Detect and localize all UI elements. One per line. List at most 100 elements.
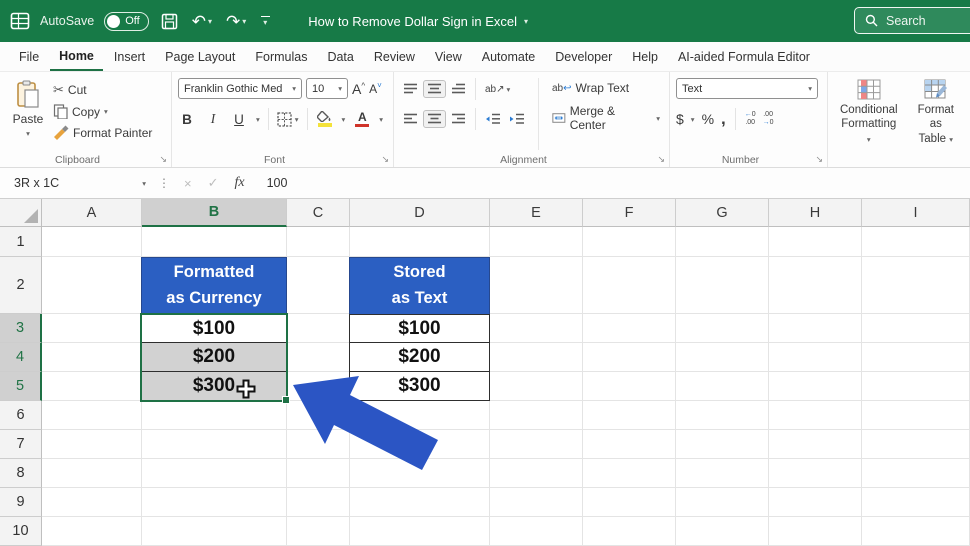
format-as-table-button[interactable]: Format as Table ▾ [908, 79, 964, 150]
cell-E6[interactable] [490, 401, 583, 430]
row-header-2[interactable]: 2 [0, 257, 42, 314]
cell-E9[interactable] [490, 488, 583, 517]
dialog-launcher-icon[interactable]: ↘ [815, 154, 823, 165]
column-header-A[interactable]: A [42, 199, 142, 227]
cell-G8[interactable] [676, 459, 769, 488]
dialog-launcher-icon[interactable]: ↘ [657, 154, 665, 165]
decrease-font-size-button[interactable]: A˅ [369, 81, 382, 96]
cell-G7[interactable] [676, 430, 769, 459]
cell-E10[interactable] [490, 517, 583, 546]
row-header-9[interactable]: 9 [0, 488, 42, 517]
insert-function-button[interactable]: fx [227, 175, 253, 191]
cell-E5[interactable] [490, 372, 583, 401]
cell-B10[interactable] [142, 517, 287, 546]
row-header-4[interactable]: 4 [0, 343, 42, 372]
tab-page-layout[interactable]: Page Layout [156, 42, 244, 71]
cell-A8[interactable] [42, 459, 142, 488]
cell-E2[interactable] [490, 257, 583, 314]
enter-button[interactable]: ✓ [200, 175, 227, 191]
copy-button[interactable]: Copy ▾ [50, 103, 155, 120]
cell-C1[interactable] [287, 227, 350, 257]
cell-F2[interactable] [583, 257, 676, 314]
row-header-5[interactable]: 5 [0, 372, 42, 401]
cell-H9[interactable] [769, 488, 862, 517]
undo-button[interactable]: ↶ ▾ [190, 13, 214, 30]
cell-E3[interactable] [490, 314, 583, 343]
customize-quick-access-button[interactable]: ▾ [258, 15, 272, 27]
cell-F7[interactable] [583, 430, 676, 459]
increase-decimal-button[interactable]: ←0.00 [745, 111, 756, 128]
name-box[interactable]: 3R x 1C ▾ [0, 176, 152, 190]
column-header-H[interactable]: H [769, 199, 862, 227]
cell-E8[interactable] [490, 459, 583, 488]
cell-F8[interactable] [583, 459, 676, 488]
cell-F6[interactable] [583, 401, 676, 430]
cell-B8[interactable] [142, 459, 287, 488]
cell-D3[interactable] [350, 314, 490, 343]
wrap-text-button[interactable]: ab↩ Wrap Text [549, 80, 663, 96]
cell-D7[interactable] [350, 430, 490, 459]
cell-D8[interactable] [350, 459, 490, 488]
align-center-button[interactable] [423, 110, 446, 128]
cell-B5[interactable] [142, 372, 287, 401]
cell-G1[interactable] [676, 227, 769, 257]
tab-home[interactable]: Home [50, 42, 103, 71]
cell-B3[interactable] [142, 314, 287, 343]
align-middle-button[interactable] [423, 80, 446, 98]
cell-H7[interactable] [769, 430, 862, 459]
number-format-select[interactable]: Text ▾ [676, 78, 818, 99]
percent-format-button[interactable]: % [702, 111, 714, 127]
comma-format-button[interactable]: , [721, 110, 726, 127]
cell-F9[interactable] [583, 488, 676, 517]
conditional-formatting-button[interactable]: Conditional Formatting ▾ [834, 79, 904, 150]
dialog-launcher-icon[interactable]: ↘ [159, 154, 167, 165]
save-button[interactable] [159, 13, 180, 30]
decrease-indent-button[interactable] [482, 111, 504, 127]
cell-D10[interactable] [350, 517, 490, 546]
column-header-G[interactable]: G [676, 199, 769, 227]
cell-D6[interactable] [350, 401, 490, 430]
column-header-F[interactable]: F [583, 199, 676, 227]
align-bottom-button[interactable] [448, 81, 469, 97]
cell-G9[interactable] [676, 488, 769, 517]
align-right-button[interactable] [448, 111, 469, 127]
decrease-decimal-button[interactable]: .00 →0 [763, 111, 774, 128]
orientation-button[interactable]: ab↗ ▾ [482, 82, 513, 97]
cell-D4[interactable] [350, 343, 490, 372]
cell-H10[interactable] [769, 517, 862, 546]
tab-file[interactable]: File [10, 42, 48, 71]
cell-A6[interactable] [42, 401, 142, 430]
cell-A7[interactable] [42, 430, 142, 459]
row-header-1[interactable]: 1 [0, 227, 42, 257]
cell-A2[interactable] [42, 257, 142, 314]
tab-developer[interactable]: Developer [546, 42, 621, 71]
cell-I2[interactable] [862, 257, 970, 314]
font-name-select[interactable]: Franklin Gothic Med ▾ [178, 78, 302, 99]
cell-B4[interactable] [142, 343, 287, 372]
currency-format-button[interactable]: $ [676, 111, 684, 127]
cell-F4[interactable] [583, 343, 676, 372]
cell-H2[interactable] [769, 257, 862, 314]
cell-G6[interactable] [676, 401, 769, 430]
underline-button[interactable]: U [230, 112, 248, 127]
cell-F1[interactable] [583, 227, 676, 257]
tab-help[interactable]: Help [623, 42, 667, 71]
cell-G3[interactable] [676, 314, 769, 343]
font-color-button[interactable]: A [353, 111, 371, 128]
italic-button[interactable]: I [204, 111, 222, 127]
cell-I4[interactable] [862, 343, 970, 372]
cell-C4[interactable] [287, 343, 350, 372]
cell-A9[interactable] [42, 488, 142, 517]
redo-button[interactable]: ↷ ▾ [224, 13, 248, 30]
column-header-C[interactable]: C [287, 199, 350, 227]
borders-button[interactable]: ▾ [277, 111, 299, 127]
cell-C8[interactable] [287, 459, 350, 488]
row-header-3[interactable]: 3 [0, 314, 42, 343]
autosave-toggle[interactable]: Off [104, 11, 149, 31]
cell-A10[interactable] [42, 517, 142, 546]
row-header-10[interactable]: 10 [0, 517, 42, 546]
cell-F10[interactable] [583, 517, 676, 546]
row-header-7[interactable]: 7 [0, 430, 42, 459]
cell-I8[interactable] [862, 459, 970, 488]
tab-insert[interactable]: Insert [105, 42, 154, 71]
